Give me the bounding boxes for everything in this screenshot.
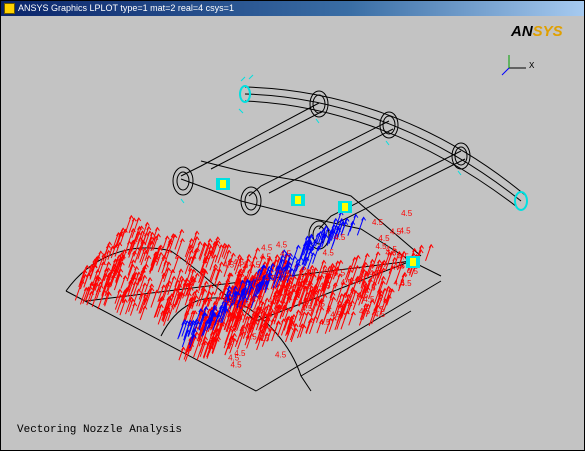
svg-text:4.5: 4.5 (334, 233, 346, 242)
svg-text:4.5: 4.5 (279, 269, 291, 278)
svg-text:4.5: 4.5 (386, 245, 398, 254)
svg-text:4.5: 4.5 (373, 305, 385, 314)
svg-text:4.5: 4.5 (252, 306, 264, 315)
svg-text:4.5: 4.5 (323, 248, 335, 257)
svg-text:4.5: 4.5 (330, 310, 342, 319)
svg-text:4.5: 4.5 (233, 258, 245, 267)
window-title: ANSYS Graphics LPLOT type=1 mat=2 real=4… (18, 3, 234, 13)
svg-text:4.5: 4.5 (341, 278, 353, 287)
svg-text:4.5: 4.5 (252, 295, 264, 304)
ansys-app-icon (4, 3, 15, 14)
svg-text:4.5: 4.5 (261, 244, 273, 253)
svg-text:4.5: 4.5 (319, 318, 331, 327)
svg-text:4.5: 4.5 (238, 300, 250, 309)
svg-text:4.5: 4.5 (258, 334, 270, 343)
svg-text:4.5: 4.5 (319, 282, 331, 291)
svg-text:4.5: 4.5 (230, 360, 242, 369)
logo-part-sys: SYS (532, 23, 563, 40)
svg-text:4.5: 4.5 (265, 274, 277, 283)
svg-text:4.5: 4.5 (249, 261, 261, 270)
svg-text:4.5: 4.5 (246, 332, 258, 341)
svg-text:4.5: 4.5 (407, 267, 419, 276)
svg-text:4.5: 4.5 (275, 351, 287, 360)
svg-text:4.5: 4.5 (394, 261, 406, 270)
svg-text:4.5: 4.5 (223, 296, 235, 305)
svg-text:4.5: 4.5 (305, 268, 317, 277)
svg-text:4.5: 4.5 (299, 280, 311, 289)
ansys-logo: ANSYS (511, 23, 563, 40)
svg-text:4.5: 4.5 (277, 288, 289, 297)
title-bar[interactable]: ANSYS Graphics LPLOT type=1 mat=2 real=4… (1, 1, 584, 16)
svg-text:4.5: 4.5 (394, 278, 406, 287)
svg-text:4.5: 4.5 (323, 268, 335, 277)
svg-text:4.5: 4.5 (249, 274, 261, 283)
svg-text:4.5: 4.5 (359, 307, 371, 316)
graphics-window: ANSYS Graphics LPLOT type=1 mat=2 real=4… (0, 0, 585, 451)
logo-part-an: AN (511, 23, 533, 40)
svg-text:4.5: 4.5 (301, 304, 313, 313)
svg-text:4.5: 4.5 (334, 268, 346, 277)
triad-x-label: X (529, 61, 535, 71)
plot-caption: Vectoring Nozzle Analysis (17, 424, 183, 436)
svg-text:4.5: 4.5 (314, 300, 326, 309)
coordinate-triad-icon (501, 55, 526, 76)
svg-text:4.5: 4.5 (230, 311, 242, 320)
svg-text:4.5: 4.5 (276, 241, 288, 250)
svg-text:4.5: 4.5 (399, 226, 411, 235)
svg-text:4.5: 4.5 (369, 269, 381, 278)
svg-text:4.5: 4.5 (260, 253, 272, 262)
svg-text:4.5: 4.5 (357, 291, 369, 300)
svg-text:4.5: 4.5 (372, 218, 384, 227)
svg-text:4.5: 4.5 (268, 297, 280, 306)
rings (172, 90, 471, 250)
svg-text:4.5: 4.5 (223, 260, 235, 269)
svg-text:4.5: 4.5 (364, 283, 376, 292)
svg-text:4.5: 4.5 (280, 250, 292, 259)
svg-text:4.5: 4.5 (401, 209, 413, 218)
